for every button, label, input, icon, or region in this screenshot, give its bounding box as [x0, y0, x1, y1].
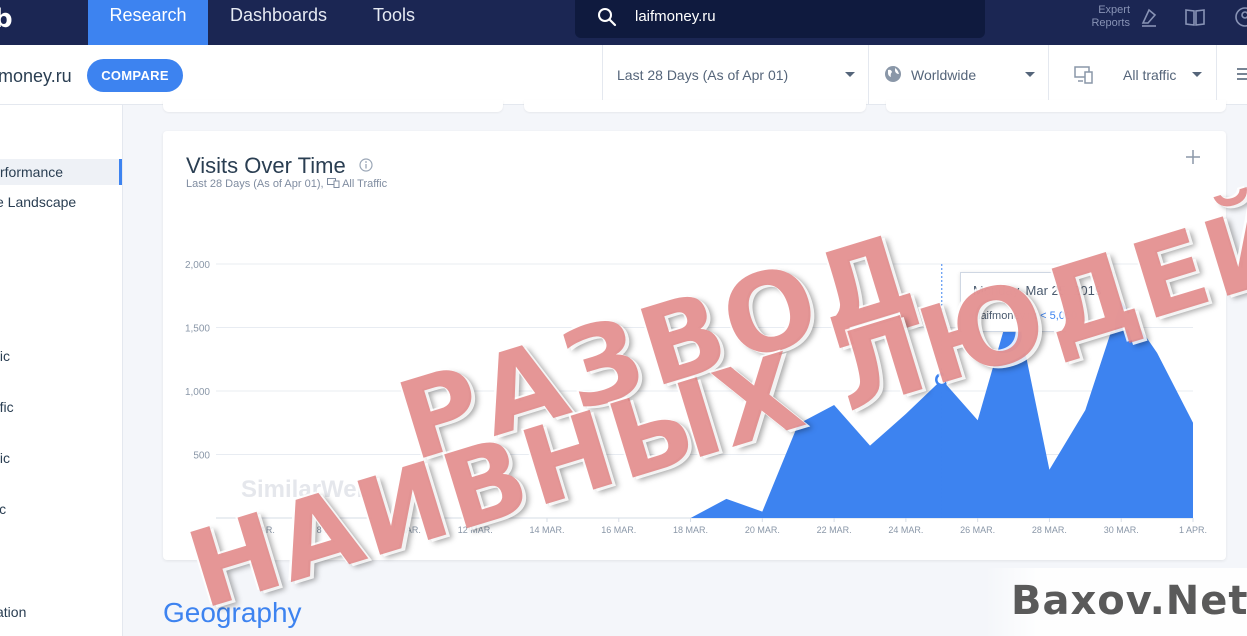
sub-header: money.ru COMPARE Last 28 Days (As of Apr…: [0, 45, 1247, 105]
tab-dashboards[interactable]: Dashboards: [230, 0, 327, 45]
card-subtitle-period: Last 28 Days (As of Apr 01),: [186, 178, 324, 190]
date-range-value: Last 28 Days (As of Apr 01): [617, 67, 789, 83]
chart-tooltip: Monday, Mar 25, 2019 laifmoney.ru < 5,00…: [960, 272, 1115, 332]
corner-watermark: Baxov.Net: [985, 568, 1247, 636]
summary-card: [524, 100, 866, 112]
sidebar-item-ation[interactable]: ation: [0, 604, 26, 620]
x-tick-label: 18 MAR.: [673, 525, 708, 535]
country-select[interactable]: Worldwide: [868, 45, 1048, 105]
devices-icon: [326, 178, 340, 188]
sidebar-item-traffic-1[interactable]: fic: [0, 348, 10, 364]
more-menu[interactable]: [1216, 45, 1247, 105]
expert-reports-label[interactable]: Expert Reports: [1088, 4, 1130, 30]
tooltip-site: laifmoney.ru: [978, 310, 1038, 322]
corner-watermark-text: Baxov.Net: [1011, 578, 1247, 624]
devices-icon: [1074, 66, 1093, 84]
x-tick-label: 6 MAR.: [245, 525, 275, 535]
card-subtitle: Last 28 Days (As of Apr 01), All Traffic: [186, 178, 387, 190]
info-icon[interactable]: [359, 158, 373, 172]
y-tick-label: 2,000: [185, 260, 210, 271]
x-tick-label: 12 MAR.: [458, 525, 493, 535]
x-tick-label: 24 MAR.: [888, 525, 923, 535]
card-title: Visits Over Time: [186, 153, 346, 178]
chevron-down-icon: [1192, 72, 1202, 77]
chevron-down-icon: [845, 72, 855, 77]
menu-icon: [1237, 68, 1247, 80]
tooltip-row: laifmoney.ru < 5,000: [969, 310, 1077, 322]
summary-card: [163, 100, 503, 112]
tooltip-value: < 5,000: [1040, 310, 1078, 322]
globe-icon: [885, 66, 901, 82]
brand-logo[interactable]: b: [0, 4, 13, 34]
sidebar-item-traffic-3[interactable]: fic: [0, 450, 10, 466]
x-tick-label: 26 MAR.: [960, 525, 995, 535]
expert-reports-icon[interactable]: [1138, 6, 1160, 28]
y-tick-label: 500: [193, 451, 210, 462]
account-icon[interactable]: [1234, 6, 1247, 28]
tab-tools[interactable]: Tools: [373, 0, 415, 45]
geography-section-title: Geography: [163, 597, 302, 628]
compare-button[interactable]: COMPARE: [87, 59, 183, 92]
x-tick-label: 16 MAR.: [601, 525, 636, 535]
hover-point[interactable]: [935, 372, 949, 387]
date-range-select[interactable]: Last 28 Days (As of Apr 01): [602, 45, 868, 105]
tab-research[interactable]: Research: [88, 0, 208, 45]
sidebar-item-performance[interactable]: rformance: [0, 159, 122, 185]
visits-over-time-card: 500 1,000 1,500 2,000 6 MAR. 8 MAR. 10 MAR. 12 …: [163, 131, 1226, 560]
chart-watermark: SimilarWeb: [241, 476, 372, 503]
country-value: Worldwide: [911, 67, 977, 83]
y-tick-label: 1,000: [185, 387, 210, 398]
x-tick-label: 20 MAR.: [745, 525, 780, 535]
card-subtitle-traffic: All Traffic: [342, 178, 388, 190]
x-tick-label: 8 MAR.: [317, 525, 347, 535]
top-nav: b Research Dashboards Tools laifmoney.ru…: [0, 0, 1247, 45]
x-tick-label: 10 MAR.: [386, 525, 421, 535]
book-icon[interactable]: [1184, 6, 1206, 28]
sidebar-item-traffic-4[interactable]: ic: [0, 501, 6, 517]
x-tick-label: 28 MAR.: [1032, 525, 1067, 535]
x-tick-label: 22 MAR.: [817, 525, 852, 535]
x-tick-label: 1 APR.: [1179, 525, 1207, 535]
sidebar-item-landscape[interactable]: e Landscape: [0, 194, 76, 210]
y-tick-label: 1,500: [185, 324, 210, 335]
series-dot: [969, 313, 974, 318]
sidebar: rformance e Landscape fic ffic fic ic at…: [0, 105, 123, 636]
traffic-type-value: All traffic: [1123, 67, 1177, 83]
tooltip-date: Monday, Mar 25, 2019: [973, 283, 1103, 298]
chevron-down-icon: [1025, 72, 1035, 77]
plus-icon[interactable]: [1185, 149, 1201, 165]
x-tick-label: 14 MAR.: [529, 525, 564, 535]
search-input[interactable]: laifmoney.ru: [575, 0, 985, 38]
site-name: money.ru: [0, 66, 72, 86]
sidebar-item-traffic-2[interactable]: ffic: [0, 399, 14, 415]
summary-card: [886, 100, 1226, 112]
traffic-type-select[interactable]: All traffic: [1048, 45, 1216, 105]
search-value: laifmoney.ru: [635, 8, 716, 25]
search-icon: [598, 8, 617, 27]
x-tick-label: 30 MAR.: [1104, 525, 1139, 535]
